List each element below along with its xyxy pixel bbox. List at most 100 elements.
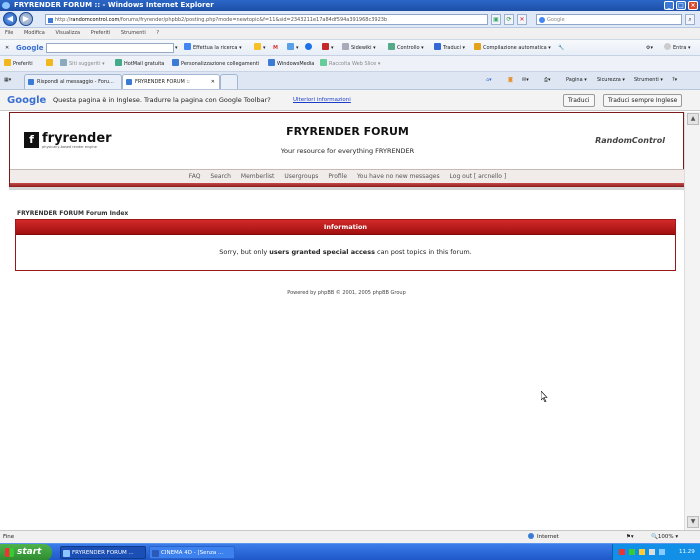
bookmark-star-icon[interactable]: ▾	[254, 40, 266, 56]
security-zone[interactable]: Internet	[528, 531, 559, 543]
favorites-button[interactable]: Preferiti	[4, 56, 33, 72]
tab-fryrender-forum[interactable]: FRYRENDER FORUM :: ✕	[122, 74, 220, 89]
information-heading: Information	[16, 220, 675, 235]
safety-menu[interactable]: Sicurezza ▾	[597, 72, 625, 89]
nav-search[interactable]: Search	[210, 173, 231, 180]
mouse-cursor-icon	[541, 391, 548, 402]
home-icon[interactable]: ⌂▾	[486, 72, 492, 89]
wrench-icon[interactable]: 🔧	[558, 40, 564, 56]
menu-help[interactable]: ?	[156, 30, 159, 36]
new-tab-button[interactable]	[220, 74, 238, 89]
menu-file[interactable]: File	[5, 30, 13, 36]
mail-icon[interactable]: ✉▾	[522, 72, 529, 89]
translate-button[interactable]: Traduci ▾	[434, 40, 465, 56]
nav-logout[interactable]: Log out [ arcnello ]	[450, 173, 507, 180]
window-title: FRYRENDER FORUM :: - Windows Internet Ex…	[14, 1, 214, 9]
task-cinema4d[interactable]: CINEMA 4D - [Senza ...	[149, 546, 235, 559]
fav-hotmail[interactable]: HotMail gratuita	[115, 56, 164, 72]
menu-tools[interactable]: Strumenti	[121, 30, 146, 36]
maximize-button[interactable]: □	[676, 1, 686, 10]
quick-tabs-icon[interactable]: ▦▾	[4, 72, 11, 89]
forward-button[interactable]: ▶	[19, 12, 33, 26]
tray-icon-1[interactable]	[619, 549, 625, 555]
scroll-down-icon[interactable]: ▼	[687, 516, 699, 528]
translate-message: Questa pagina è in Inglese. Tradurre la …	[53, 96, 271, 104]
vertical-scrollbar[interactable]: ▲ ▼	[684, 112, 700, 530]
nav-profile[interactable]: Profile	[328, 173, 347, 180]
tray-icon-3[interactable]	[639, 549, 645, 555]
powered-by: Powered by phpBB © 2001, 2005 phpBB Grou…	[287, 290, 406, 296]
more-info-link[interactable]: Ulteriori informazioni	[293, 90, 351, 111]
tab-close-icon[interactable]: ✕	[211, 75, 215, 89]
nav-usergroups[interactable]: Usergroups	[284, 173, 318, 180]
tools-menu[interactable]: Strumenti ▾	[634, 72, 663, 89]
compat-view-icon[interactable]: ▣	[491, 14, 501, 25]
tray-icon-5[interactable]	[659, 549, 665, 555]
nav-memberlist[interactable]: Memberlist	[241, 173, 275, 180]
tab-bar: ▦▾ Rispondi al messaggio - Foru... FRYRE…	[0, 72, 700, 90]
search-icon[interactable]: ⌕	[685, 14, 695, 25]
page-menu[interactable]: Pagina ▾	[566, 72, 587, 89]
menu-edit[interactable]: Modifica	[24, 30, 45, 36]
settings-icon[interactable]: ⚙▾	[646, 40, 653, 56]
google-toolbar-logo[interactable]: Google	[16, 40, 44, 56]
menu-bar: File Modifica Visualizza Preferiti Strum…	[0, 28, 700, 39]
system-tray: 11.29	[612, 544, 700, 560]
zoom-level[interactable]: 🔍100% ▾	[651, 531, 678, 543]
autofill-button[interactable]: Compilazione automatica ▾	[474, 40, 551, 56]
fav-windowsmedia[interactable]: WindowsMedia	[268, 56, 314, 72]
tray-icon-4[interactable]	[649, 549, 655, 555]
tray-icon-2[interactable]	[629, 549, 635, 555]
toolbar-close-icon[interactable]: ✕	[5, 40, 9, 56]
google-search-box[interactable]	[46, 43, 174, 53]
google-logo: Google	[7, 95, 47, 106]
always-translate-button[interactable]: Traduci sempre Inglese	[603, 94, 683, 107]
menu-view[interactable]: Visualizza	[55, 30, 80, 36]
gmail-icon[interactable]: M	[273, 40, 278, 56]
nav-messages[interactable]: You have no new messages	[357, 173, 440, 180]
search-input[interactable]: Google	[536, 14, 682, 25]
window-title-bar: FRYRENDER FORUM :: - Windows Internet Ex…	[0, 0, 700, 11]
windows-logo-icon	[5, 548, 14, 557]
signin-button[interactable]: Entra ▾	[664, 40, 691, 56]
fav-web-slice[interactable]: Raccolta Web Slice ▾	[320, 56, 380, 72]
forum-index-link[interactable]: FRYRENDER FORUM Forum Index	[17, 210, 128, 217]
randomcontrol-logo[interactable]: RandomControl	[595, 136, 665, 145]
add-favorite-icon[interactable]	[46, 56, 55, 72]
forum-title: FRYRENDER FORUM	[286, 125, 409, 138]
task-fryrender-forum[interactable]: FRYRENDER FORUM ...	[60, 546, 146, 559]
taskbar: start FRYRENDER FORUM ... CINEMA 4D - [S…	[0, 543, 700, 560]
translate-icon[interactable]	[305, 40, 314, 56]
print-icon[interactable]: ⎙▾	[544, 72, 551, 89]
back-button[interactable]: ◀	[3, 12, 17, 26]
scroll-up-icon[interactable]: ▲	[687, 113, 699, 125]
start-button[interactable]: start	[0, 544, 52, 560]
spellcheck-button[interactable]: Controllo ▾	[388, 40, 424, 56]
feeds-icon[interactable]: ◙	[508, 72, 513, 89]
pagerank-icon[interactable]: ▾	[322, 40, 334, 56]
tab-reply-message[interactable]: Rispondi al messaggio - Foru...	[24, 74, 122, 89]
nav-faq[interactable]: FAQ	[189, 173, 201, 180]
help-icon[interactable]: ?▾	[672, 72, 677, 89]
address-bar-row: ◀ ▶ http://randomcontrol.com/forums/fryr…	[0, 11, 700, 28]
fav-customize-links[interactable]: Personalizzazione collegamenti	[172, 56, 259, 72]
close-button[interactable]: ×	[688, 1, 698, 10]
google-g-icon	[184, 43, 191, 50]
stop-icon[interactable]: ✕	[517, 14, 527, 25]
address-input[interactable]: http://randomcontrol.com/forums/fryrende…	[45, 14, 488, 25]
clock[interactable]: 11.29	[679, 544, 695, 560]
protected-mode-icon[interactable]: ⚑▾	[626, 531, 634, 543]
minimize-button[interactable]: _	[664, 1, 674, 10]
google-search-icon	[539, 17, 545, 23]
google-search-button[interactable]: Effettua la ricerca ▾	[184, 40, 242, 56]
forum-header: f fryrender physically-based render engine…	[9, 112, 685, 188]
globe-icon	[528, 533, 534, 539]
sidewiki-button[interactable]: Sidewiki ▾	[342, 40, 376, 56]
share-icon[interactable]: ▾	[287, 40, 299, 56]
menu-favorites[interactable]: Preferiti	[91, 30, 111, 36]
refresh-icon[interactable]: ⟳	[504, 14, 514, 25]
translate-page-button[interactable]: Traduci	[563, 94, 595, 107]
header-shadow	[9, 187, 684, 190]
google-search-dropdown-icon[interactable]: ▾	[175, 40, 178, 56]
fav-suggested-sites[interactable]: Siti suggeriti ▾	[60, 56, 105, 72]
